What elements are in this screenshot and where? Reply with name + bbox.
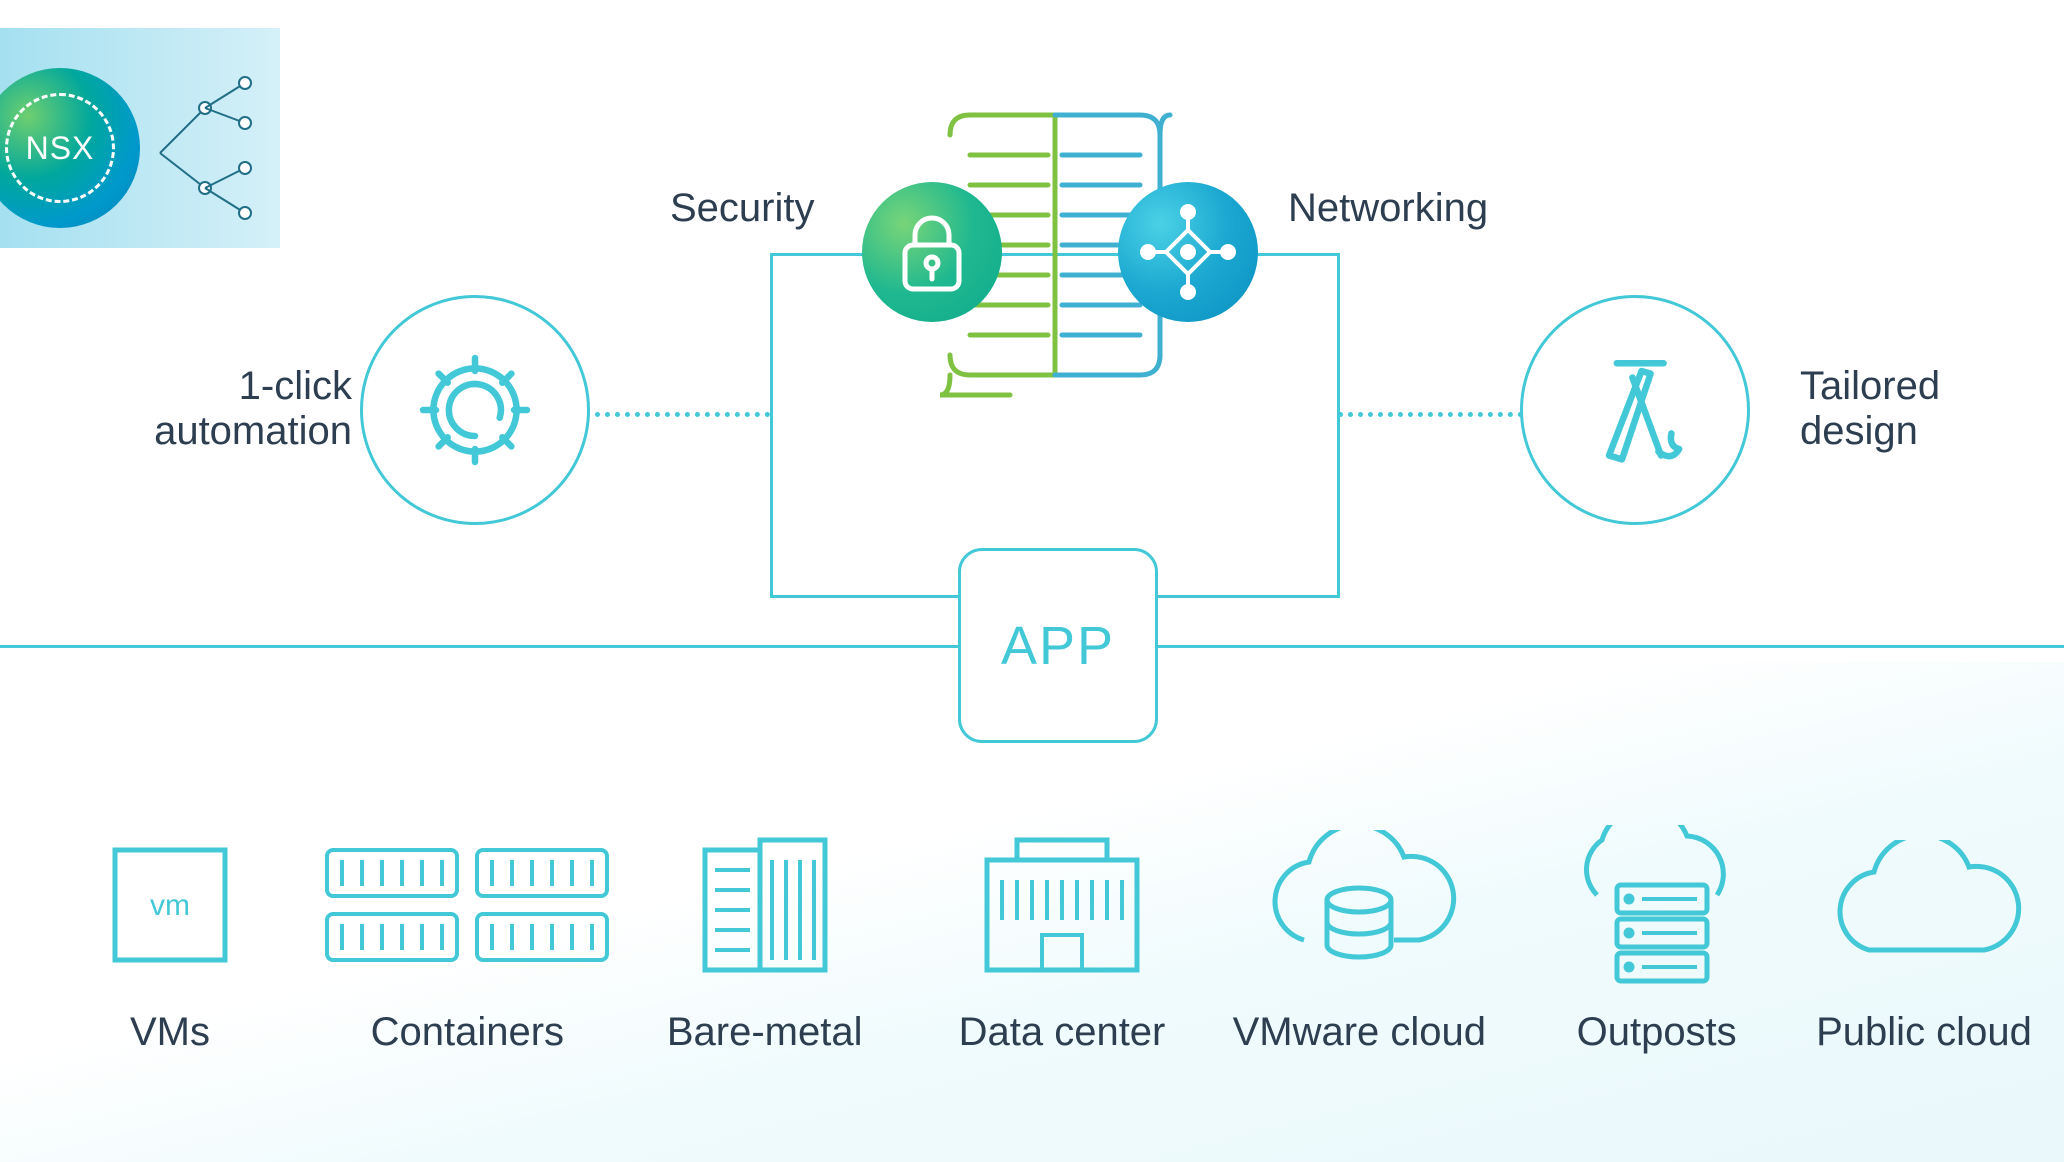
platform-outposts: Outposts bbox=[1517, 830, 1797, 1055]
cloud-stack-icon bbox=[1547, 825, 1767, 985]
vm-icon: vm bbox=[105, 840, 235, 970]
platform-label: Outposts bbox=[1577, 1010, 1737, 1055]
app-label: APP bbox=[1001, 615, 1115, 677]
platform-row: vm VMs bbox=[0, 830, 2064, 1055]
gear-icon bbox=[410, 345, 540, 475]
platform-vmwarecloud: VMware cloud bbox=[1219, 830, 1499, 1055]
nsx-text: NSX bbox=[5, 93, 115, 203]
nsx-circle: NSX bbox=[0, 68, 140, 228]
lock-icon bbox=[897, 207, 967, 297]
automation-line2: automation bbox=[154, 409, 352, 453]
platform-vms: vm VMs bbox=[30, 830, 310, 1055]
platform-baremetal: Bare-metal bbox=[625, 830, 905, 1055]
tailored-circle bbox=[1520, 295, 1750, 525]
svg-text:vm: vm bbox=[150, 889, 190, 922]
platform-label: VMware cloud bbox=[1233, 1010, 1486, 1055]
networking-label: Networking bbox=[1288, 186, 1488, 231]
app-box: APP bbox=[958, 548, 1158, 743]
datacenter-icon bbox=[977, 830, 1147, 980]
platform-label: VMs bbox=[130, 1010, 210, 1055]
platform-publiccloud: Public cloud bbox=[1814, 830, 2034, 1055]
tailored-line2: design bbox=[1800, 409, 1918, 453]
cloud-icon bbox=[1814, 840, 2034, 970]
dotted-left bbox=[585, 412, 770, 417]
platform-containers: Containers bbox=[327, 830, 607, 1055]
nsx-logo-block: NSX bbox=[0, 28, 280, 248]
building-icon bbox=[690, 830, 840, 980]
cloud-db-icon bbox=[1249, 830, 1469, 980]
tailored-line1: Tailored bbox=[1800, 364, 1940, 408]
automation-label: 1-click automation bbox=[132, 364, 352, 454]
platform-datacenter: Data center bbox=[922, 830, 1202, 1055]
containers-icon bbox=[322, 840, 612, 970]
nsx-network-icon bbox=[150, 68, 270, 238]
platform-label: Data center bbox=[959, 1010, 1166, 1055]
security-badge bbox=[862, 182, 1002, 322]
platform-label: Public cloud bbox=[1816, 1010, 2032, 1055]
dotted-right bbox=[1338, 412, 1523, 417]
platform-label: Bare-metal bbox=[667, 1010, 863, 1055]
automation-line1: 1-click bbox=[239, 364, 352, 408]
platform-label: Containers bbox=[371, 1010, 564, 1055]
networking-badge bbox=[1118, 182, 1258, 322]
design-tools-icon bbox=[1570, 345, 1700, 475]
automation-circle bbox=[360, 295, 590, 525]
tailored-label: Tailored design bbox=[1800, 364, 1940, 454]
network-topology-icon bbox=[1138, 202, 1238, 302]
security-label: Security bbox=[670, 186, 815, 231]
